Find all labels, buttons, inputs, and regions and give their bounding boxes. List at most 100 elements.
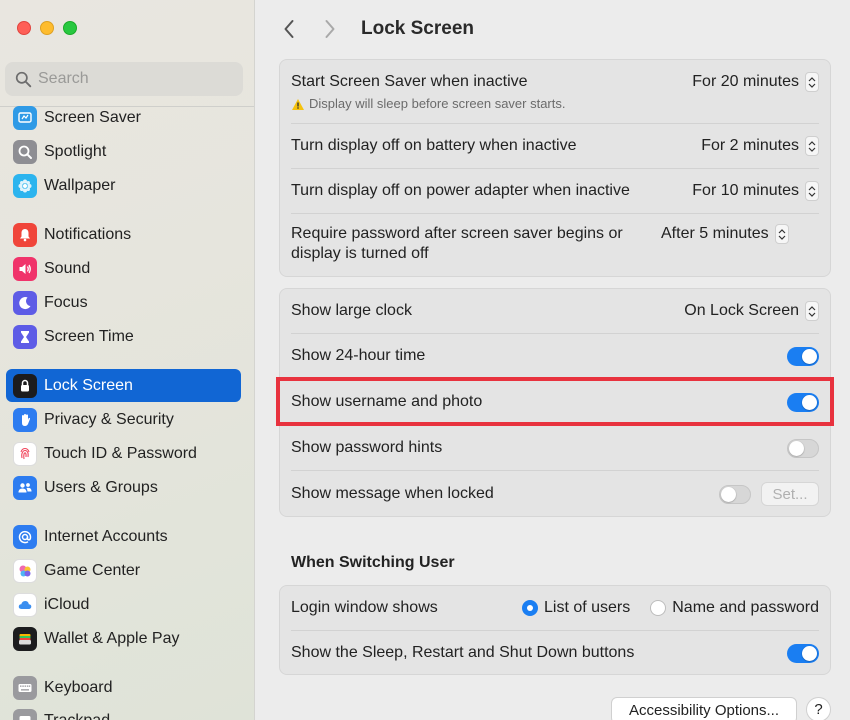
locked-message-toggle[interactable]: [719, 484, 751, 504]
sidebar-item-label: Wallet & Apple Pay: [44, 629, 180, 647]
sidebar-item-touch-id[interactable]: Touch ID & Password: [6, 437, 241, 470]
radio-unselected-icon: [650, 600, 667, 616]
password-hints-toggle[interactable]: [787, 438, 819, 458]
screen-saver-select[interactable]: For 20 minutes: [692, 72, 819, 92]
sidebar-item-notifications[interactable]: Notifications: [6, 218, 241, 251]
sidebar-item-label: Wallpaper: [44, 176, 116, 194]
screen-saver-value: For 20 minutes: [692, 73, 799, 90]
sidebar-item-wallet[interactable]: Wallet & Apple Pay: [6, 622, 241, 655]
screen-saver-warning-text: Display will sleep before screen saver s…: [309, 96, 566, 111]
password-label: Require password after screen saver begi…: [291, 225, 623, 262]
sidebar-item-label: Privacy & Security: [44, 410, 174, 428]
battery-select[interactable]: For 2 minutes: [701, 136, 819, 156]
password-select[interactable]: After 5 minutes: [661, 224, 789, 244]
back-button[interactable]: [279, 17, 299, 41]
login-window-row: Login window shows List of users Name an…: [291, 596, 819, 620]
shutdown-buttons-toggle[interactable]: [787, 643, 819, 663]
sidebar-item-label: Screen Saver: [44, 108, 141, 126]
select-stepper-icon: [774, 224, 789, 244]
power-label: Turn display off on power adapter when i…: [291, 182, 630, 199]
close-window-button[interactable]: [17, 21, 31, 35]
spotlight-icon: [13, 139, 37, 164]
search-field[interactable]: [5, 62, 243, 96]
sidebar-item-icloud[interactable]: iCloud: [6, 588, 241, 621]
wallpaper-icon: [13, 173, 37, 198]
highlight-box: [276, 377, 834, 426]
large-clock-select[interactable]: On Lock Screen: [684, 301, 819, 321]
sidebar-item-label: Users & Groups: [44, 478, 158, 496]
screen-saver-row: Start Screen Saver when inactive Display…: [291, 72, 819, 114]
radio-selected-icon: [521, 600, 538, 616]
accessibility-options-button[interactable]: Accessibility Options...: [611, 697, 797, 720]
sidebar-item-privacy-security[interactable]: Privacy & Security: [6, 403, 241, 436]
login-window-label: Login window shows: [291, 599, 438, 616]
sidebar-item-label: Sound: [44, 259, 91, 277]
set-message-button[interactable]: Set...: [761, 482, 819, 506]
display-sleep-group: Start Screen Saver when inactive Display…: [279, 59, 831, 277]
screen-saver-warning: Display will sleep before screen saver s…: [291, 94, 692, 114]
sidebar-item-lock-screen[interactable]: Lock Screen: [6, 369, 241, 402]
sidebar: Screen Saver Spotlight Wallpaper Notific…: [0, 0, 255, 720]
battery-label: Turn display off on battery when inactiv…: [291, 137, 577, 154]
search-input[interactable]: [38, 70, 228, 88]
password-hints-label: Show password hints: [291, 439, 443, 456]
sidebar-item-label: Notifications: [44, 225, 132, 243]
screen-saver-label-block: Start Screen Saver when inactive Display…: [291, 72, 692, 114]
help-button[interactable]: ?: [806, 697, 831, 720]
sidebar-item-wallpaper[interactable]: Wallpaper: [6, 169, 241, 202]
toggle-knob: [802, 645, 817, 661]
notifications-icon: [13, 222, 37, 247]
sidebar-item-spotlight[interactable]: Spotlight: [6, 135, 241, 168]
sidebar-item-trackpad[interactable]: Trackpad: [6, 704, 241, 720]
row-divider: [291, 213, 819, 214]
icloud-icon: [13, 592, 37, 617]
chevron-right-icon: [325, 20, 335, 38]
keyboard-icon: [13, 675, 37, 700]
large-clock-label: Show large clock: [291, 302, 412, 319]
chevron-left-icon: [284, 20, 294, 38]
power-select[interactable]: For 10 minutes: [692, 181, 819, 201]
sidebar-item-label: Keyboard: [44, 678, 113, 696]
select-stepper-icon: [805, 301, 819, 321]
sidebar-item-internet-accounts[interactable]: Internet Accounts: [6, 520, 241, 553]
sidebar-item-label: Game Center: [44, 561, 141, 579]
radio-name-password[interactable]: Name and password: [650, 599, 819, 617]
screen-saver-label: Start Screen Saver when inactive: [291, 73, 528, 90]
hand-icon: [13, 407, 37, 432]
sidebar-item-label: Touch ID & Password: [44, 444, 197, 462]
radio-name-password-label: Name and password: [672, 599, 819, 616]
select-stepper-icon: [805, 136, 819, 156]
locked-message-label: Show message when locked: [291, 485, 494, 502]
zoom-window-button[interactable]: [63, 21, 77, 35]
large-clock-row: Show large clock On Lock Screen: [291, 299, 819, 323]
trackpad-icon: [13, 708, 37, 720]
power-value: For 10 minutes: [692, 182, 799, 199]
sidebar-item-game-center[interactable]: Game Center: [6, 554, 241, 587]
sidebar-item-keyboard[interactable]: Keyboard: [6, 671, 241, 704]
sidebar-item-label: Trackpad: [44, 711, 111, 720]
row-divider: [291, 168, 819, 169]
sidebar-item-label: Lock Screen: [44, 376, 133, 394]
sidebar-item-focus[interactable]: Focus: [6, 286, 241, 319]
screen-time-icon: [13, 324, 37, 349]
row-divider: [291, 123, 819, 124]
sidebar-item-label: Screen Time: [44, 327, 134, 345]
radio-list-of-users[interactable]: List of users: [521, 599, 630, 617]
game-center-icon: [13, 558, 37, 583]
main-content: Lock Screen Start Screen Saver when inac…: [256, 0, 850, 720]
time24-label: Show 24-hour time: [291, 347, 426, 364]
at-icon: [13, 524, 37, 549]
toggle-knob: [721, 486, 736, 502]
password-hints-row: Show password hints: [291, 436, 819, 460]
sidebar-item-screen-time[interactable]: Screen Time: [6, 320, 241, 353]
battery-value: For 2 minutes: [701, 137, 799, 154]
window-controls: [17, 21, 77, 35]
row-divider: [291, 470, 819, 471]
row-divider: [291, 630, 819, 631]
sidebar-item-sound[interactable]: Sound: [6, 252, 241, 285]
sidebar-item-users-groups[interactable]: Users & Groups: [6, 471, 241, 504]
sidebar-item-screen-saver[interactable]: Screen Saver: [6, 101, 241, 134]
time24-toggle[interactable]: [787, 346, 819, 366]
minimize-window-button[interactable]: [40, 21, 54, 35]
forward-button[interactable]: [320, 17, 340, 41]
